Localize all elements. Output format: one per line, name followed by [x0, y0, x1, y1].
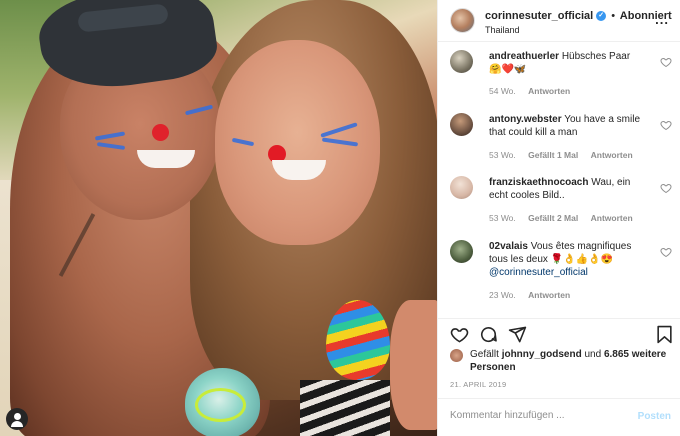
comment-text: Hübsches Paar [561, 51, 631, 62]
post-header: corinnesuter_official ✓ • Abonniert Thail… [438, 0, 680, 42]
comment-item: antony.webster You have a smile that cou… [450, 113, 672, 163]
bookmark-icon[interactable] [656, 325, 673, 344]
comment-emoji: 🌹👌👍👌😍 [550, 254, 613, 265]
avatar[interactable] [450, 349, 463, 362]
heart-icon[interactable] [660, 246, 672, 258]
post-location[interactable]: Thailand [485, 25, 520, 35]
share-icon[interactable] [508, 325, 527, 344]
comment-item: 02valais Vous êtes magnifiques tous les … [450, 240, 672, 305]
reply-button[interactable]: Antworten [528, 86, 570, 96]
comment-icon[interactable] [479, 325, 498, 344]
avatar[interactable] [450, 8, 475, 33]
striped-top [300, 380, 390, 436]
post-photo[interactable] [0, 0, 437, 436]
comment-item: franziskaethnocoach Wau, ein echt cooles… [450, 176, 672, 226]
heart-icon[interactable] [660, 119, 672, 131]
painted-egg [185, 368, 260, 436]
heart-icon[interactable] [660, 182, 672, 194]
comment-emoji: 🤗❤️🦋 [489, 64, 527, 75]
action-bar [438, 318, 680, 348]
post-side-panel: corinnesuter_official ✓ • Abonniert Thail… [437, 0, 680, 436]
reply-button[interactable]: Antworten [591, 150, 633, 160]
hand [390, 300, 437, 430]
post-date[interactable]: 21. APRIL 2019 [450, 380, 506, 389]
reply-button[interactable]: Antworten [591, 213, 633, 223]
comment-time[interactable]: 23 Wo. [489, 290, 516, 300]
separator: • [611, 10, 616, 22]
heart-icon[interactable] [450, 325, 469, 344]
post-comment-button[interactable]: Posten [638, 411, 671, 422]
comment-input[interactable] [450, 410, 620, 421]
comment-time[interactable]: 53 Wo. [489, 150, 516, 160]
user-tag-icon[interactable] [6, 408, 28, 430]
likes-joiner: und [584, 349, 602, 360]
smile [137, 150, 195, 168]
comment-username[interactable]: andreathuerler [489, 51, 559, 62]
more-options-button[interactable]: ... [655, 12, 669, 27]
add-comment-section: Posten [438, 398, 680, 436]
likes-user[interactable]: johnny_godsend [502, 349, 582, 360]
verified-icon: ✓ [596, 11, 607, 22]
avatar[interactable] [450, 176, 473, 199]
reply-button[interactable]: Antworten [528, 290, 570, 300]
comment-time[interactable]: 53 Wo. [489, 213, 516, 223]
comment-username[interactable]: antony.webster [489, 114, 562, 125]
post-username[interactable]: corinnesuter_official [485, 10, 593, 22]
likes-prefix: Gefällt [470, 349, 499, 360]
avatar[interactable] [450, 113, 473, 136]
comment-time[interactable]: 54 Wo. [489, 86, 516, 96]
comment-likes[interactable]: Gefällt 2 Mal [528, 213, 578, 223]
clown-nose [152, 124, 169, 141]
comment-username[interactable]: franziskaethnocoach [489, 177, 588, 188]
avatar[interactable] [450, 240, 473, 263]
comment-item: andreathuerler Hübsches Paar 🤗❤️🦋 54 Wo.… [450, 50, 672, 100]
comment-mention[interactable]: @corinnesuter_official [489, 267, 588, 278]
avatar[interactable] [450, 50, 473, 73]
comment-username[interactable]: 02valais [489, 241, 528, 252]
comment-likes[interactable]: Gefällt 1 Mal [528, 150, 578, 160]
heart-icon[interactable] [660, 56, 672, 68]
